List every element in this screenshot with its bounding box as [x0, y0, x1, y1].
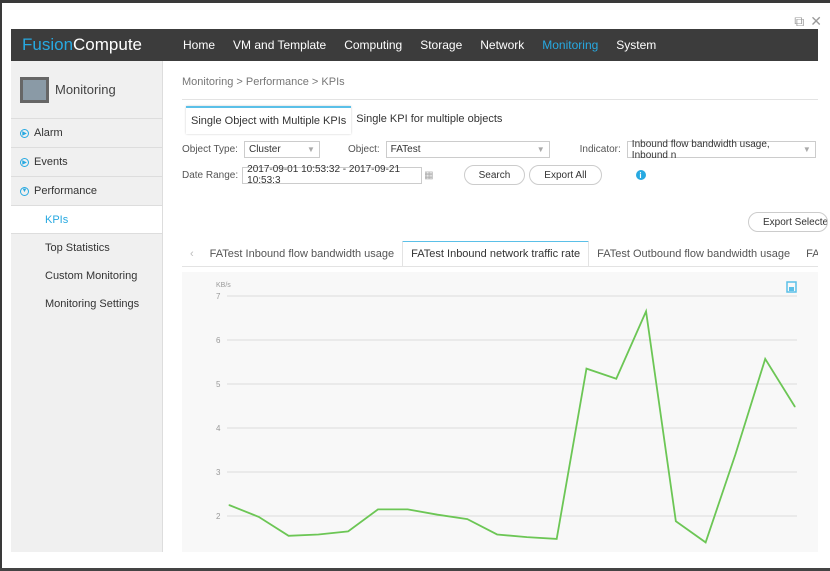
data-point	[675, 520, 677, 522]
object-type-select[interactable]: Cluster ▼	[243, 141, 320, 158]
breadcrumb: Monitoring > Performance > KPIs	[182, 76, 345, 88]
chevron-down-icon: ▼	[536, 145, 545, 154]
sidebar-item-performance[interactable]: ▼ Performance	[11, 177, 162, 206]
nav-storage[interactable]: Storage	[411, 38, 471, 52]
y-tick-label: 2	[216, 512, 221, 521]
y-tick-label: 3	[216, 468, 221, 477]
data-point	[347, 530, 349, 532]
date-range-label: Date Range:	[182, 169, 239, 181]
tabs-prev-arrow-icon[interactable]: ‹	[182, 242, 202, 266]
date-range-input[interactable]: 2017-09-01 10:53:32 - 2017-09-21 10:53:3	[242, 164, 423, 186]
data-point	[496, 533, 498, 535]
calendar-icon[interactable]: ▦	[424, 170, 433, 181]
kpi-tab-more[interactable]: FATest C	[798, 242, 818, 266]
chevron-down-icon: ▼	[307, 145, 315, 154]
indicator-select[interactable]: Inbound flow bandwidth usage, Inbound n ▼	[626, 139, 816, 161]
series-line	[228, 308, 796, 544]
expand-icon: ▶	[20, 128, 29, 138]
top-nav-bar: FusionCompute Home VM and Template Compu…	[11, 29, 818, 61]
y-tick-label: 4	[216, 424, 221, 433]
search-button[interactable]: Search	[463, 165, 526, 185]
y-tick-label: 5	[216, 380, 221, 389]
kpi-tab-outbound-bandwidth[interactable]: FATest Outbound flow bandwidth usage	[589, 242, 798, 266]
collapse-icon: ▼	[20, 186, 29, 196]
indicator-label: Indicator:	[579, 144, 621, 155]
data-point	[407, 508, 409, 510]
nav-monitoring[interactable]: Monitoring	[533, 38, 607, 52]
sidebar-sub-top-statistics[interactable]: Top Statistics	[11, 234, 162, 262]
sidebar-sub-kpis[interactable]: KPIs	[11, 206, 162, 234]
logo: FusionCompute	[22, 35, 143, 54]
data-point	[288, 535, 290, 537]
sidebar: Monitoring ▶ Alarm ▶ Events ▼ Performance K…	[11, 61, 163, 552]
sidebar-sub-monitoring-settings[interactable]: Monitoring Settings	[11, 290, 162, 318]
nav-home[interactable]: Home	[174, 38, 224, 52]
data-point	[794, 406, 796, 408]
data-point	[556, 538, 558, 540]
data-point	[705, 541, 707, 543]
sidebar-item-alarm[interactable]: ▶ Alarm	[11, 119, 162, 148]
info-icon[interactable]: i	[635, 170, 646, 180]
close-icon[interactable]: ✕	[810, 13, 822, 30]
expand-icon: ▶	[20, 157, 29, 167]
main-content: Monitoring > Performance > KPIs Single O…	[164, 61, 828, 552]
y-axis-label: KB/s	[216, 282, 231, 289]
kpi-tab-inbound-traffic-rate[interactable]: FATest Inbound network traffic rate	[402, 241, 590, 266]
sidebar-item-events[interactable]: ▶ Events	[11, 148, 162, 177]
sidebar-sub-custom-monitoring[interactable]: Custom Monitoring	[11, 262, 162, 290]
data-point	[377, 508, 379, 510]
data-point	[437, 514, 439, 516]
data-point	[526, 536, 528, 538]
data-point	[585, 368, 587, 370]
nav-system[interactable]: System	[607, 38, 665, 52]
object-select[interactable]: FATest ▼	[385, 141, 550, 158]
data-point	[615, 378, 617, 380]
data-point	[258, 516, 260, 518]
data-point	[764, 358, 766, 360]
chevron-down-icon: ▼	[802, 145, 811, 154]
object-type-label: Object Type:	[182, 144, 238, 155]
data-point	[228, 504, 230, 506]
y-tick-label: 7	[216, 292, 221, 301]
tab-single-object[interactable]: Single Object with Multiple KPIs	[186, 106, 352, 134]
kpi-tab-inbound-bandwidth[interactable]: FATest Inbound flow bandwidth usage	[202, 242, 402, 266]
export-all-button[interactable]: Export All	[529, 165, 602, 185]
nav-vm-template[interactable]: VM and Template	[224, 38, 335, 52]
data-point	[317, 533, 319, 535]
sidebar-title: Monitoring	[55, 82, 116, 97]
external-link-icon[interactable]: ⧉	[794, 13, 804, 30]
monitor-icon	[20, 76, 49, 103]
object-label: Object:	[347, 144, 380, 155]
data-point	[645, 310, 647, 312]
data-point	[734, 453, 736, 455]
export-selected-button[interactable]: Export Selecte	[748, 212, 828, 232]
tab-single-kpi[interactable]: Single KPI for multiple objects	[351, 106, 507, 134]
line-chart: KB/s 2 3 4 5 6 7	[182, 272, 818, 552]
chart-svg: KB/s 2 3 4 5 6 7	[216, 281, 797, 544]
data-point	[466, 518, 468, 520]
nav-computing[interactable]: Computing	[335, 38, 411, 52]
y-tick-label: 6	[216, 336, 221, 345]
save-chart-icon[interactable]	[786, 281, 797, 293]
nav-network[interactable]: Network	[471, 38, 533, 52]
